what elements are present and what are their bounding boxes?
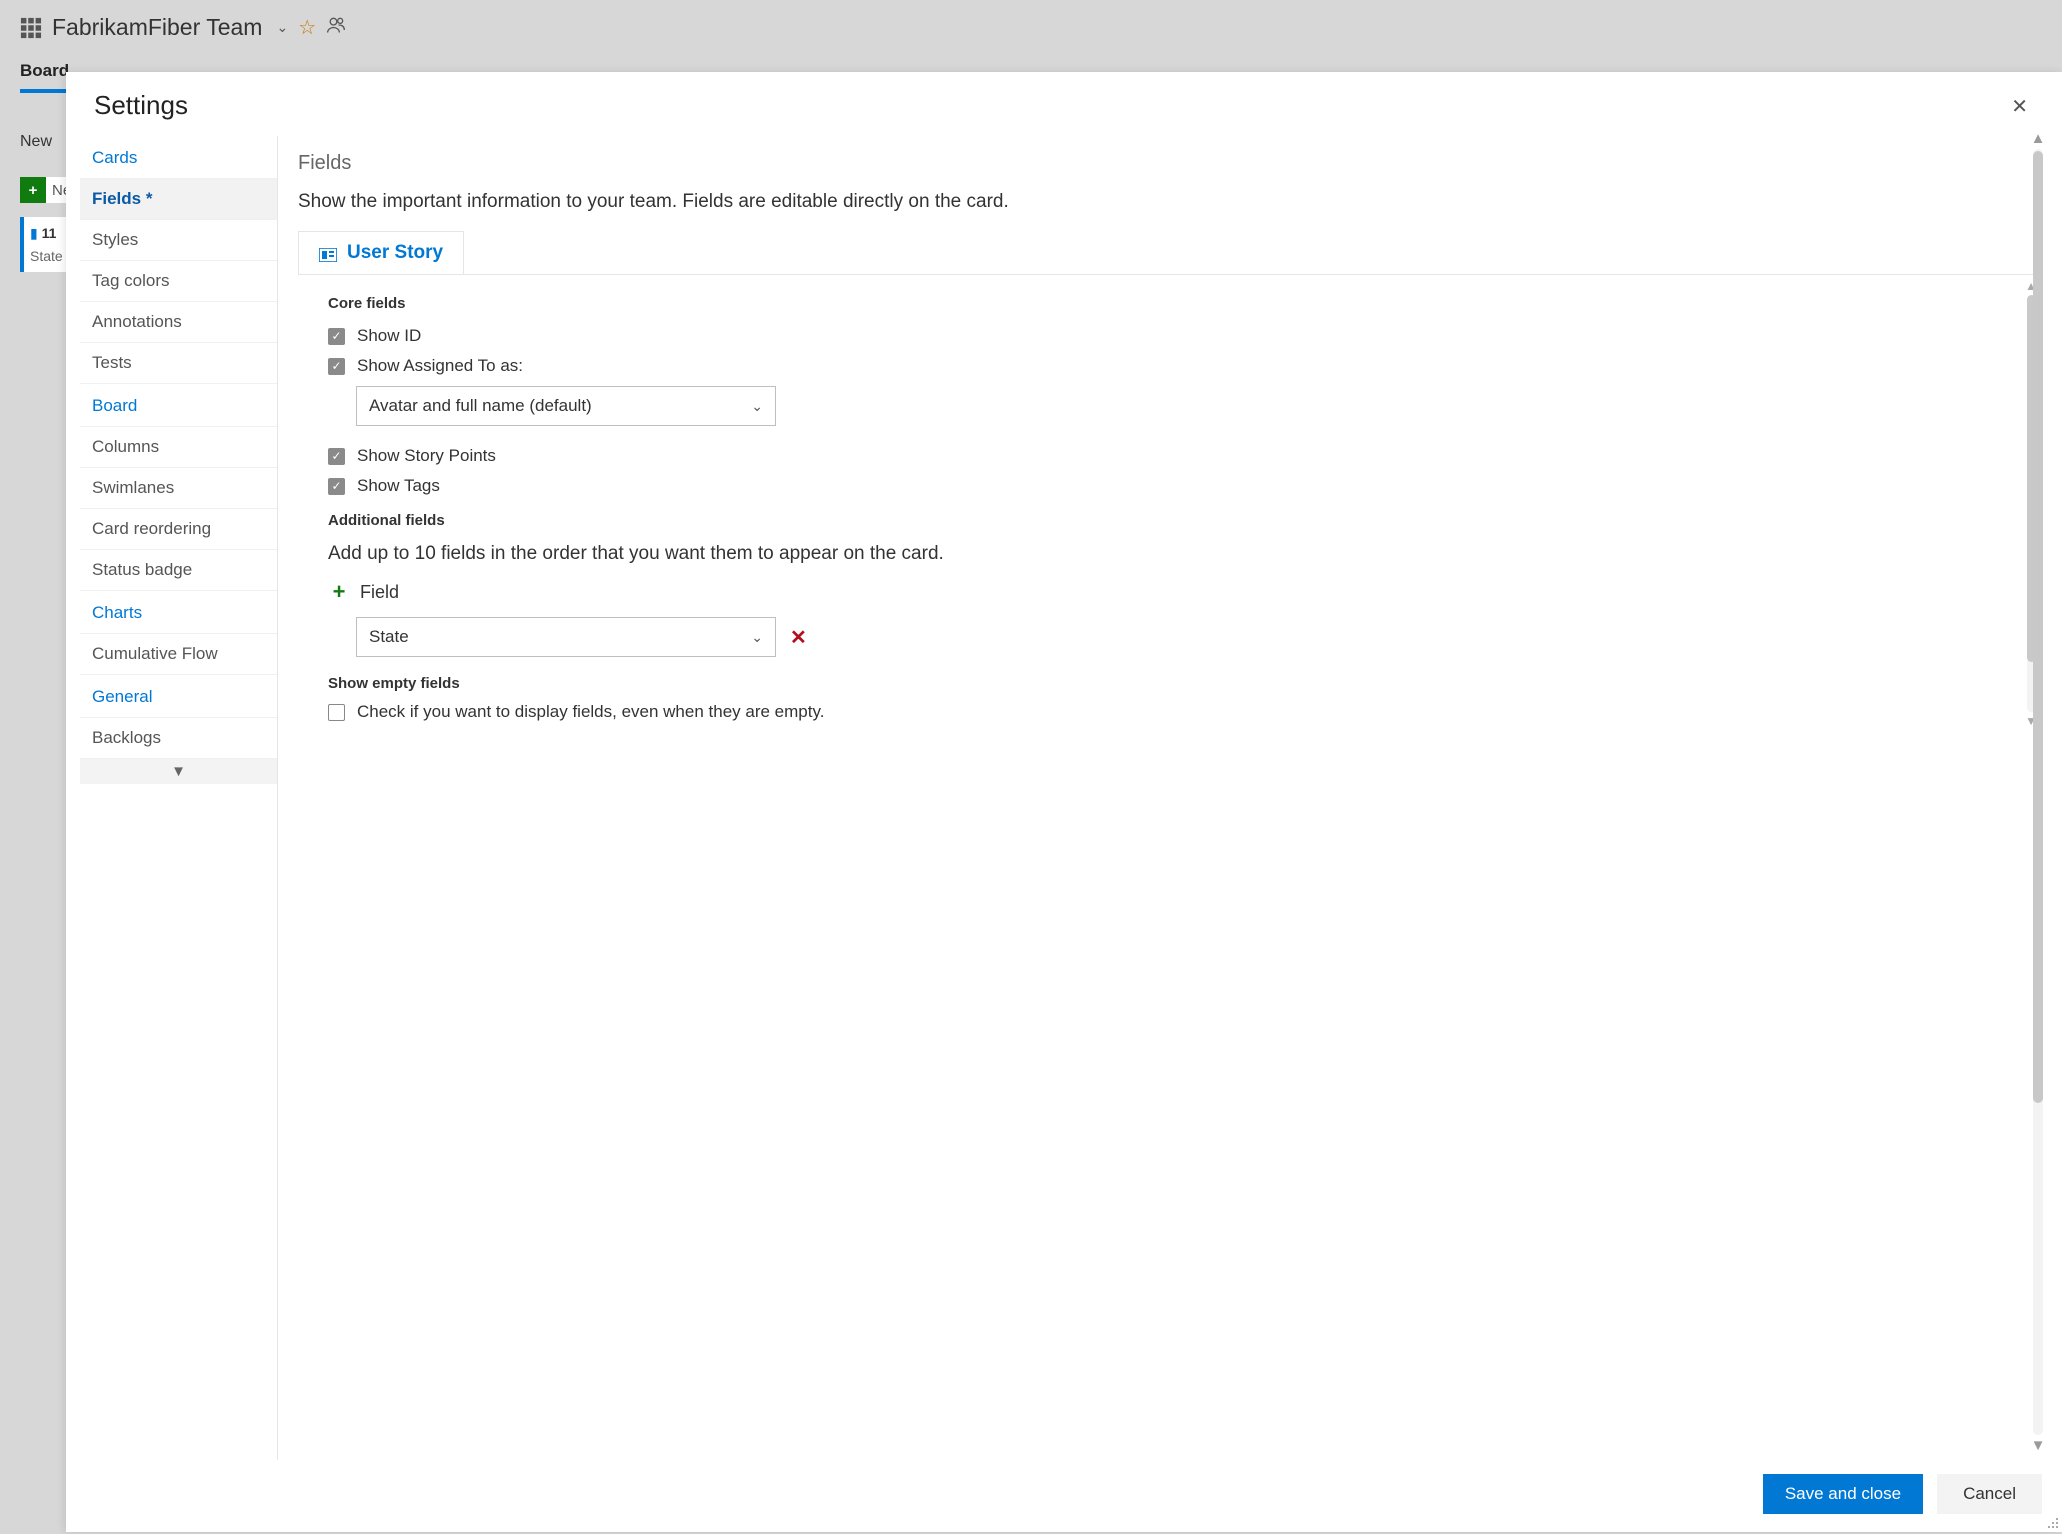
settings-modal: Settings ✕ Cards Fields * Styles Tag col… — [66, 72, 2062, 1532]
sidebar-group-general[interactable]: General — [80, 675, 277, 718]
show-assigned-row: Show Assigned To as: — [328, 356, 2024, 376]
plus-icon: + — [328, 579, 350, 605]
sidebar-item-tests[interactable]: Tests — [80, 343, 277, 384]
sidebar-item-annotations[interactable]: Annotations — [80, 302, 277, 343]
add-field-button[interactable]: + Field — [328, 579, 2024, 605]
show-empty-desc: Check if you want to display fields, eve… — [357, 702, 824, 722]
modal-body: Cards Fields * Styles Tag colors Annotat… — [66, 129, 2062, 1460]
show-empty-checkbox[interactable] — [328, 704, 345, 721]
show-story-points-label: Show Story Points — [357, 446, 496, 466]
team-name[interactable]: FabrikamFiber Team — [52, 14, 262, 41]
favorite-star-icon[interactable]: ☆ — [298, 15, 316, 40]
show-id-label: Show ID — [357, 326, 421, 346]
sidebar-item-card-reordering[interactable]: Card reordering — [80, 509, 277, 550]
close-icon[interactable]: ✕ — [2003, 90, 2036, 123]
modal-footer: Save and close Cancel — [66, 1460, 2062, 1532]
book-icon: ▮ — [30, 225, 38, 241]
show-story-points-row: Show Story Points — [328, 446, 2024, 466]
chevron-down-icon: ⌄ — [751, 629, 763, 646]
workitem-tabs: User Story — [298, 231, 2034, 275]
sidebar-group-cards[interactable]: Cards — [80, 136, 277, 179]
sidebar-group-charts[interactable]: Charts — [80, 591, 277, 634]
assigned-display-value: Avatar and full name (default) — [369, 396, 592, 416]
sidebar-item-swimlanes[interactable]: Swimlanes — [80, 468, 277, 509]
cancel-button[interactable]: Cancel — [1937, 1474, 2042, 1514]
chevron-down-icon: ⌄ — [751, 398, 763, 415]
scroll-thumb[interactable] — [2033, 151, 2043, 1103]
grid-icon — [20, 17, 42, 39]
show-empty-row: Check if you want to display fields, eve… — [328, 702, 2024, 722]
core-fields-heading: Core fields — [328, 295, 2024, 312]
content-subheading: Show the important information to your t… — [298, 191, 2034, 213]
outer-scrollbar[interactable]: ▲ ▼ — [2032, 130, 2044, 1454]
tab-label: User Story — [347, 242, 443, 264]
scroll-track[interactable] — [2033, 149, 2043, 1435]
fields-panel: Core fields Show ID Show Assigned To as:… — [298, 275, 2034, 732]
modal-header: Settings ✕ — [66, 72, 2062, 129]
sidebar-group-board[interactable]: Board — [80, 384, 277, 427]
assigned-display-select[interactable]: Avatar and full name (default) ⌄ — [356, 386, 776, 426]
settings-content: Fields Show the important information to… — [278, 130, 2062, 1460]
chevron-down-icon[interactable]: ⌄ — [276, 19, 288, 36]
resize-grip-icon[interactable] — [2046, 1516, 2060, 1530]
modal-title: Settings — [94, 90, 188, 121]
plus-icon: + — [20, 177, 46, 203]
sidebar-item-styles[interactable]: Styles — [80, 220, 277, 261]
sidebar-item-status-badge[interactable]: Status badge — [80, 550, 277, 591]
show-story-points-checkbox[interactable] — [328, 448, 345, 465]
user-story-icon — [319, 246, 337, 260]
field-row: State ⌄ ✕ — [356, 617, 2024, 657]
show-id-checkbox[interactable] — [328, 328, 345, 345]
show-tags-row: Show Tags — [328, 476, 2024, 496]
card-id: 11 — [42, 225, 57, 241]
show-assigned-checkbox[interactable] — [328, 358, 345, 375]
show-id-row: Show ID — [328, 326, 2024, 346]
scroll-up-icon[interactable]: ▲ — [2031, 130, 2046, 147]
remove-field-icon[interactable]: ✕ — [786, 621, 811, 654]
show-assigned-label: Show Assigned To as: — [357, 356, 523, 376]
sidebar-item-backlogs[interactable]: Backlogs — [80, 718, 277, 759]
sidebar-item-fields[interactable]: Fields * — [80, 179, 277, 220]
settings-sidebar: Cards Fields * Styles Tag colors Annotat… — [80, 136, 278, 1460]
sidebar-scroll-down-icon[interactable]: ▼ — [80, 759, 277, 784]
save-and-close-button[interactable]: Save and close — [1763, 1474, 1923, 1514]
added-field-value: State — [369, 627, 409, 647]
add-field-label: Field — [360, 582, 399, 603]
show-empty-heading: Show empty fields — [328, 675, 2024, 692]
tab-user-story[interactable]: User Story — [298, 231, 464, 274]
topbar: FabrikamFiber Team ⌄ ☆ — [0, 0, 2062, 41]
additional-fields-heading: Additional fields — [328, 512, 2024, 529]
show-tags-label: Show Tags — [357, 476, 440, 496]
content-heading: Fields — [298, 152, 2034, 175]
scroll-down-icon[interactable]: ▼ — [2031, 1437, 2046, 1454]
additional-fields-desc: Add up to 10 fields in the order that yo… — [328, 543, 2024, 565]
sidebar-item-tag-colors[interactable]: Tag colors — [80, 261, 277, 302]
people-icon[interactable] — [326, 15, 346, 40]
tab-board[interactable]: Board — [20, 61, 69, 93]
card-state-label: State — [30, 248, 68, 264]
sidebar-item-columns[interactable]: Columns — [80, 427, 277, 468]
show-tags-checkbox[interactable] — [328, 478, 345, 495]
added-field-select[interactable]: State ⌄ — [356, 617, 776, 657]
sidebar-item-cumulative-flow[interactable]: Cumulative Flow — [80, 634, 277, 675]
